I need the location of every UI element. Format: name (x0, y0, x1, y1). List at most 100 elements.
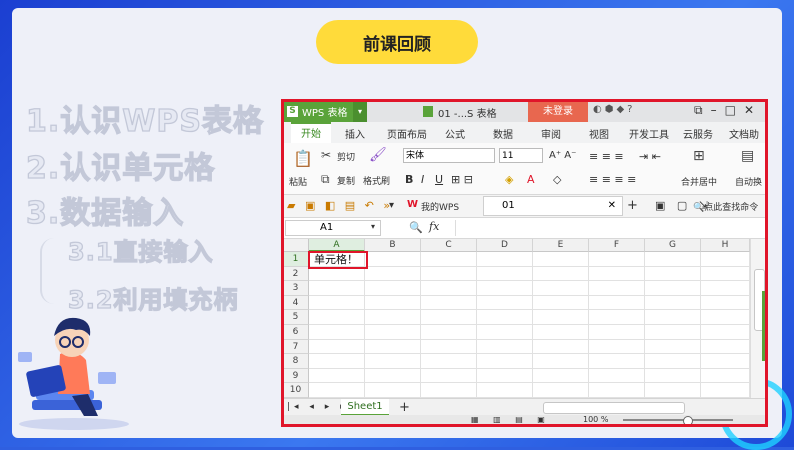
row-header-10[interactable]: 10 (283, 383, 309, 398)
indent-icon[interactable]: ⇥ ⇤ (639, 150, 661, 163)
font-grow-icon[interactable]: A⁺ A⁻ (549, 150, 576, 161)
tab-view[interactable]: 视图 (589, 126, 609, 141)
skin-icon[interactable]: ◐ (593, 104, 605, 115)
quick-access-icons[interactable]: ▰ ▣ ◧ ▤ ↶ » (287, 199, 393, 212)
copy-icon[interactable]: ⧉ (321, 172, 330, 187)
zoom-level: 100 % (583, 415, 609, 424)
bold-icon[interactable]: B (405, 173, 413, 186)
settings-icon[interactable]: ⬢ (605, 104, 617, 115)
font-family-select[interactable]: 宋体 (403, 148, 495, 163)
command-search[interactable]: 🔍点此查找命令 (693, 200, 758, 213)
paste-label[interactable]: 粘贴 (289, 175, 307, 188)
restore-icon[interactable]: ⧉ (694, 103, 711, 117)
row-header-4[interactable]: 4 (283, 295, 309, 311)
tab-home[interactable]: 开始 (291, 122, 331, 143)
expand-icon[interactable]: ◆ (616, 104, 627, 115)
grid-column-line (644, 252, 645, 398)
row-header-1[interactable]: 1 (283, 252, 309, 267)
row-header-8[interactable]: 8 (283, 354, 309, 369)
tab-cloud[interactable]: 云服务 (683, 126, 713, 141)
cell-a1-highlight (308, 251, 368, 269)
grid-row-line (309, 324, 750, 325)
add-sheet-icon[interactable]: + (399, 400, 410, 415)
tab-formulas[interactable]: 公式 (445, 126, 465, 141)
tab-review[interactable]: 审阅 (541, 126, 561, 141)
row-header-6[interactable]: 6 (283, 325, 309, 340)
tab-developer[interactable]: 开发工具 (629, 126, 669, 141)
row-header-5[interactable]: 5 (283, 310, 309, 325)
fx-icon[interactable]: fx (429, 220, 439, 233)
close-tab-icon[interactable]: ✕ (608, 197, 616, 215)
format-painter-label[interactable]: 格式刷 (363, 174, 390, 187)
chevron-down-icon[interactable]: ▾ (371, 222, 375, 231)
spreadsheet-grid[interactable]: ABCDEFGH 1 2 3 4 5 6 7 8 9 10 单元格！ (283, 239, 750, 398)
close-icon[interactable]: ✕ (744, 103, 762, 117)
outline-item-1: 1.认识WPS表格 (25, 103, 264, 139)
wrap-text-icon[interactable]: ▤ (741, 148, 754, 164)
tab-doc-assistant[interactable]: 文档助 (729, 126, 759, 141)
merge-center-icon[interactable]: ⊞ (693, 148, 705, 164)
maximize-icon[interactable]: □ (725, 103, 744, 117)
column-header-b[interactable]: B (365, 239, 421, 252)
wps-brand-label: WPS 表格 (302, 108, 348, 119)
row-header-9[interactable]: 9 (283, 368, 309, 384)
wps-menu-button[interactable]: S WPS 表格 ▾ (283, 101, 367, 122)
column-header-h[interactable]: H (701, 239, 750, 252)
italic-icon[interactable]: I (421, 173, 424, 186)
document-tab[interactable]: 01 ✕ (483, 196, 623, 216)
align-top-icon[interactable]: ≡ ≡ ≡ (589, 150, 624, 163)
login-button[interactable]: 未登录 (528, 101, 588, 122)
new-tab-icon[interactable]: + (627, 198, 638, 213)
row-header-7[interactable]: 7 (283, 339, 309, 355)
column-header-f[interactable]: F (589, 239, 645, 252)
fill-color-icon[interactable]: ◈ (505, 173, 513, 186)
outline-item-2: 2.认识单元格 (25, 150, 216, 186)
font-size-select[interactable]: 11 (499, 148, 543, 163)
formula-input[interactable] (455, 220, 762, 236)
align-left-icon[interactable]: ≡ ≡ ≡ ≡ (589, 173, 636, 186)
cut-icon[interactable]: ✂ (321, 148, 331, 162)
grid-row-line (309, 367, 750, 369)
zoom-formula-icon[interactable]: 🔍 (409, 221, 423, 234)
paste-icon[interactable]: 📋 (293, 149, 313, 168)
column-header-g[interactable]: G (645, 239, 701, 252)
tab-data[interactable]: 数据 (493, 126, 513, 141)
ribbon-tabs: 开始 插入 页面布局 公式 数据 审阅 视图 开发工具 云服务 文档助 (283, 122, 766, 144)
grid-row-line (309, 294, 750, 296)
font-color-icon[interactable]: A (527, 173, 535, 186)
help-icon[interactable]: ? (627, 104, 635, 115)
clear-format-icon[interactable]: ◇ (553, 173, 561, 186)
sheet-tab-sheet1[interactable]: Sheet1 (341, 399, 389, 416)
row-header-2[interactable]: 2 (283, 266, 309, 282)
wrap-text-label[interactable]: 自动换 (735, 175, 762, 188)
my-wps-tab[interactable]: 我的WPS (421, 200, 459, 213)
row-header-3[interactable]: 3 (283, 281, 309, 296)
cut-label[interactable]: 剪切 (337, 150, 355, 163)
column-header-d[interactable]: D (477, 239, 533, 252)
column-header-e[interactable]: E (533, 239, 589, 252)
borders-icon[interactable]: ⊞ ⊟ (451, 173, 473, 186)
wps-home-icon[interactable]: W (407, 199, 418, 210)
tab-page-layout[interactable]: 页面布局 (387, 126, 427, 141)
window-controls: ⧉–□✕ (694, 103, 762, 118)
tab-insert[interactable]: 插入 (345, 126, 365, 141)
document-tab-label: 01 (502, 200, 515, 211)
column-header-c[interactable]: C (421, 239, 477, 252)
chevron-down-icon: ▾ (353, 101, 367, 122)
name-box[interactable]: A1 (285, 220, 381, 236)
minimize-icon[interactable]: – (711, 103, 725, 117)
outline-item-3-1: 3.1直接输入 (67, 237, 214, 266)
view-buttons[interactable]: ▦ ▥ ▤ ▣ (471, 415, 551, 424)
underline-icon[interactable]: U (435, 173, 443, 186)
zoom-slider-thumb[interactable] (683, 416, 693, 425)
copy-label[interactable]: 复制 (337, 174, 355, 187)
chevron-down-icon[interactable]: ▾ (389, 200, 394, 211)
outline-item-3: 3.数据输入 (25, 195, 185, 231)
slide-title: 前课回顾 (316, 20, 478, 64)
command-search-label: 点此查找命令 (704, 203, 759, 213)
horizontal-scroll-thumb[interactable] (543, 402, 685, 414)
select-all-corner[interactable] (283, 239, 309, 252)
format-painter-icon[interactable]: 🖌 (369, 147, 387, 163)
merge-center-label[interactable]: 合并居中 (681, 175, 717, 188)
zoom-slider[interactable] (623, 419, 733, 421)
